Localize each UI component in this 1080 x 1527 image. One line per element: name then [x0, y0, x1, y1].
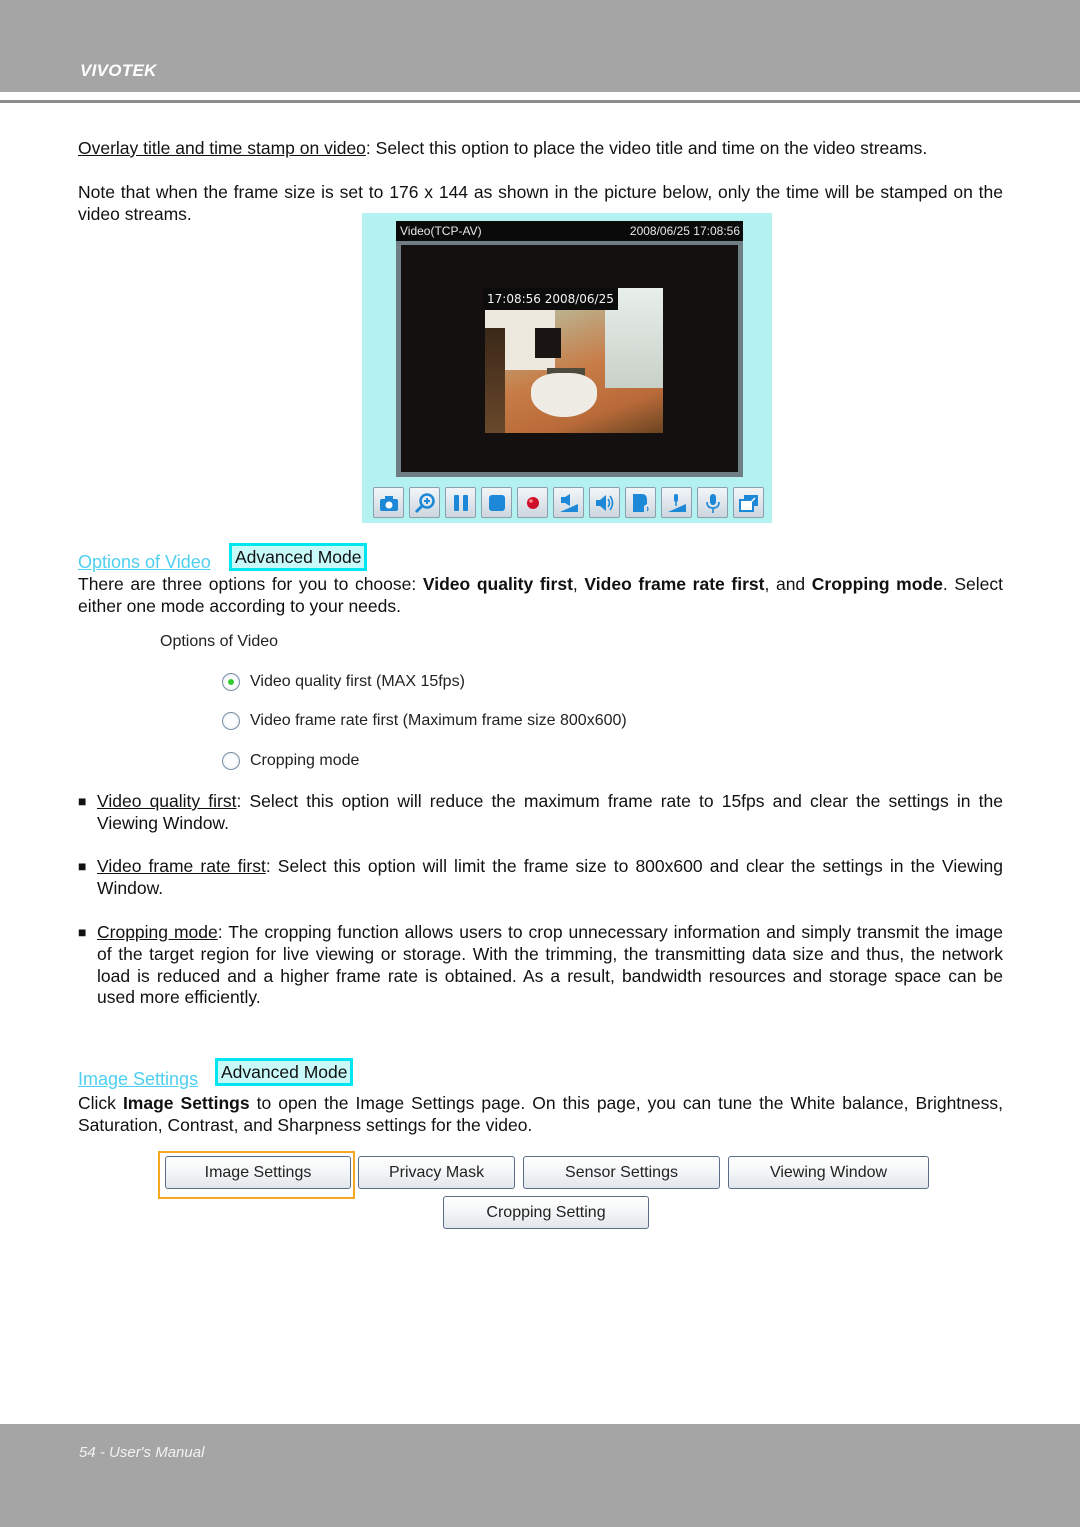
video-canvas: 17:08:56 2008/06/25	[401, 245, 738, 472]
brand-logo: VIVOTEK	[80, 61, 157, 80]
camera-icon	[379, 495, 398, 511]
page-footer: 54 - User's Manual	[0, 1424, 1080, 1527]
desc-text: There are three options for you to choos…	[78, 574, 423, 594]
radio-button[interactable]	[222, 712, 240, 730]
fullscreen-icon	[738, 494, 758, 512]
speaker-icon	[595, 494, 613, 511]
talk-button[interactable]	[625, 487, 656, 518]
radio-label: Video frame rate first (Maximum frame si…	[250, 712, 627, 729]
header-rule	[0, 100, 1080, 103]
bullet-term: Video quality first	[97, 791, 237, 811]
pause-button[interactable]	[445, 487, 476, 518]
fullscreen-button[interactable]	[733, 487, 764, 518]
bullet-video-frame-rate-first: ■ Video frame rate first: Select this op…	[78, 856, 1003, 900]
radio-video-quality-first[interactable]: Video quality first (MAX 15fps)	[222, 673, 465, 691]
overlay-text: : Select this option to place the video …	[365, 138, 928, 158]
desc-text: , and	[764, 574, 812, 594]
video-title-bar: Video(TCP-AV) 2008/06/25 17:08:56	[396, 221, 743, 241]
page-header: VIVOTEK	[0, 0, 1080, 92]
stop-icon	[488, 494, 505, 511]
snapshot-button[interactable]	[373, 487, 404, 518]
radio-label: Cropping mode	[250, 752, 360, 769]
page-number: 54 - User's Manual	[79, 1444, 205, 1461]
desc-term: Video frame rate first	[584, 574, 765, 594]
stop-button[interactable]	[481, 487, 512, 518]
mic-mute-button[interactable]	[697, 487, 728, 518]
video-viewer: Video(TCP-AV) 2008/06/25 17:08:56 17:08:…	[362, 213, 772, 523]
bullet-icon: ■	[78, 793, 87, 809]
desc-term: Video quality first	[422, 574, 573, 594]
bullet-icon: ■	[78, 924, 87, 940]
advanced-mode-badge: Advanced Mode	[229, 543, 368, 571]
bullet-video-quality-first: ■ Video quality first: Select this optio…	[78, 791, 1003, 835]
options-of-video-link[interactable]: Options of Video	[78, 552, 211, 572]
volume-button[interactable]	[553, 487, 584, 518]
volume-icon	[559, 493, 578, 512]
bullet-icon: ■	[78, 858, 87, 874]
zoom-in-icon	[414, 492, 435, 513]
image-settings-heading: Image Settings	[78, 1069, 198, 1090]
viewing-window-button[interactable]: Viewing Window	[728, 1156, 929, 1189]
radio-cropping-mode[interactable]: Cropping mode	[222, 752, 359, 770]
mic-volume-icon	[667, 493, 686, 512]
bullet-text: : The cropping function allows users to …	[97, 922, 1003, 1008]
bullet-term: Video frame rate first	[97, 856, 266, 876]
video-frame: 17:08:56 2008/06/25	[396, 241, 743, 477]
radio-label: Video quality first (MAX 15fps)	[250, 673, 465, 690]
image-settings-link[interactable]: Image Settings	[78, 1069, 198, 1089]
desc-text: Click	[78, 1093, 123, 1113]
bullet-term: Cropping mode	[97, 922, 218, 942]
record-button[interactable]	[517, 487, 548, 518]
microphone-icon	[705, 493, 720, 513]
video-title: Video(TCP-AV)	[400, 224, 482, 238]
sensor-settings-button[interactable]: Sensor Settings	[523, 1156, 720, 1189]
mute-button[interactable]	[589, 487, 620, 518]
desc-term: Cropping mode	[811, 574, 943, 594]
privacy-mask-button[interactable]: Privacy Mask	[358, 1156, 515, 1189]
digital-zoom-button[interactable]	[409, 487, 440, 518]
pause-icon	[453, 494, 468, 511]
highlight-box	[158, 1151, 355, 1199]
bullet-cropping-mode: ■ Cropping mode: The cropping function a…	[78, 922, 1003, 1009]
overlay-paragraph: Overlay title and time stamp on video: S…	[78, 138, 1003, 160]
video-overlay-stamp: 17:08:56 2008/06/25	[483, 288, 618, 310]
desc-term: Image Settings	[122, 1093, 250, 1113]
radio-button[interactable]	[222, 673, 240, 691]
desc-text: ,	[572, 574, 585, 594]
options-panel-title: Options of Video	[160, 633, 279, 650]
image-settings-description: Click Image Settings to open the Image S…	[78, 1093, 1003, 1137]
options-of-video-heading: Options of Video	[78, 552, 211, 573]
video-controls	[373, 487, 764, 518]
record-icon	[526, 496, 539, 509]
radio-video-frame-rate-first[interactable]: Video frame rate first (Maximum frame si…	[222, 712, 627, 730]
mic-volume-button[interactable]	[661, 487, 692, 518]
overlay-term: Overlay title and time stamp on video	[78, 138, 366, 158]
video-timestamp: 2008/06/25 17:08:56	[629, 224, 740, 238]
cropping-setting-button[interactable]: Cropping Setting	[443, 1196, 649, 1229]
advanced-mode-badge: Advanced Mode	[215, 1058, 354, 1086]
radio-button[interactable]	[222, 752, 240, 770]
talk-icon	[632, 493, 649, 512]
options-description: There are three options for you to choos…	[78, 574, 1003, 618]
